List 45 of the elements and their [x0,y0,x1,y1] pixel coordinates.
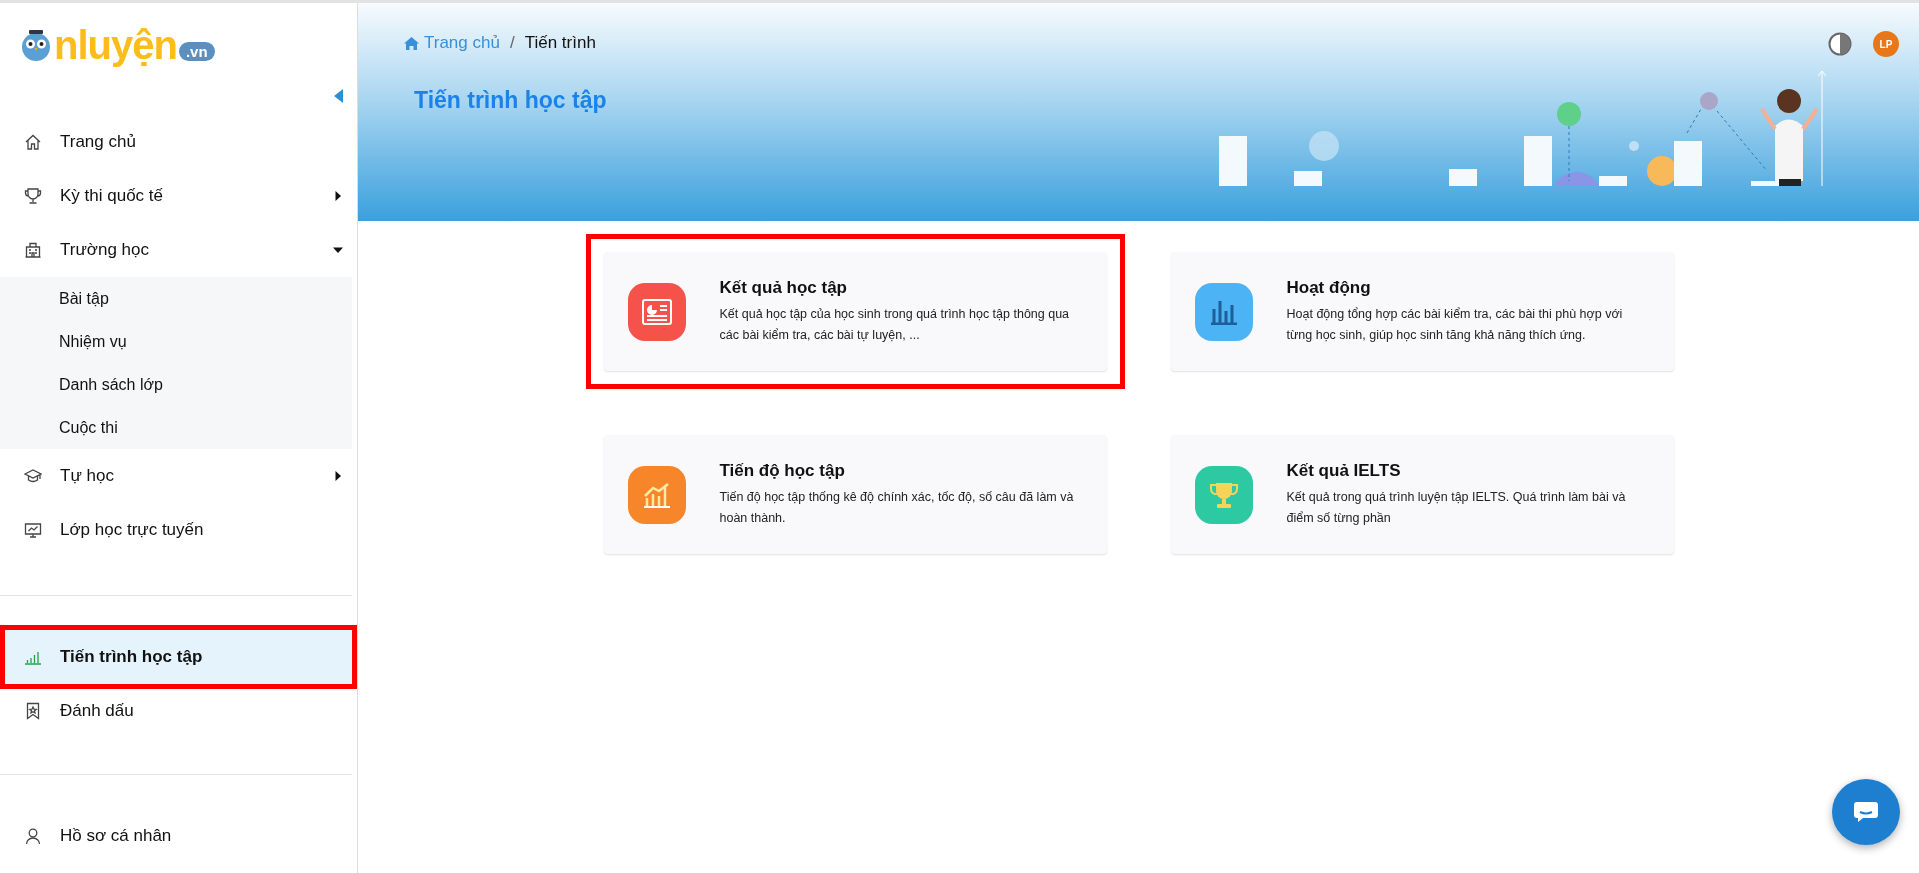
chat-button[interactable] [1832,779,1900,845]
nav-item[interactable]: Tự học [0,449,357,503]
card-description: Kết quả học tập của học sinh trong quá trình học tập thông qua các bài kiểm tra, các bài tự luyện, ... [719,305,1071,344]
nav-item[interactable]: Đánh dấu [0,684,357,738]
card-description: Tiến độ học tập thống kê độ chính xác, tốc độ, số câu đã làm và hoàn thành. [719,488,1075,527]
chat-bubble-icon [1853,801,1879,823]
card-title: Hoạt động [1286,277,1372,298]
logo-domain-badge: .vn [178,41,215,61]
nav-item[interactable]: Hồ sơ cá nhân [0,809,357,863]
monitor-icon [24,521,42,539]
graduation-cap-icon [24,467,42,485]
bookmark-icon [24,702,42,720]
card-title: Tiến độ học tập [719,460,846,481]
breadcrumb-separator: / [509,33,515,53]
rising-chart-icon [642,481,671,508]
nav-item[interactable]: Kỳ thi quốc tế [0,169,357,223]
home-icon [404,36,419,50]
nav-item[interactable]: Trang chủ [0,115,357,169]
feature-card[interactable]: Kết quả IELTS Kết quả trong quá trình luyện tập IELTS. Quá trình làm bài và điểm số từng phần [1170,435,1674,554]
submenu-item[interactable]: Danh sách lớp [0,363,352,406]
submenu-item[interactable]: Cuộc thi [0,406,352,449]
contrast-toggle-icon[interactable] [1828,32,1852,56]
card-title: Kết quả học tập [719,277,848,298]
nav-item[interactable]: Tiến trình học tập [5,630,352,684]
report-icon [641,298,672,325]
home-icon [24,133,42,151]
card-description: Hoạt động tổng hợp các bài kiểm tra, các bài thi phù hợp với từng học sinh, giúp học sinh tăng khả năng thích ứng. [1286,305,1624,344]
collapse-arrow-icon[interactable] [334,89,343,103]
submenu-item[interactable]: Bài tập [0,277,352,320]
submenu-item[interactable]: Nhiệm vụ [0,320,352,363]
logo-text: nluyện [54,23,177,67]
breadcrumb-current: Tiến trình [524,33,596,53]
page-title: Tiến trình học tập [414,87,608,114]
school-building-icon [24,241,42,259]
nav-item[interactable]: Trường học [0,223,357,277]
feature-card[interactable]: Kết quả học tập Kết quả học tập của học sinh trong quá trình học tập thông qua các bài kiểm tra, các bài tự luyện, ... [603,252,1107,371]
card-title: Kết quả IELTS [1286,460,1402,481]
trophy-icon [24,187,42,205]
user-icon [24,827,42,845]
feature-card[interactable]: Tiến độ học tập Tiến độ học tập thống kê độ chính xác, tốc độ, số câu đã làm và hoàn thành. [603,435,1107,554]
card-description: Kết quả trong quá trình luyện tập IELTS. Quá trình làm bài và điểm số từng phần [1286,488,1627,527]
nav-item[interactable]: Lớp học trực tuyến [0,503,357,557]
trophy-icon [1208,480,1239,509]
feature-card[interactable]: Hoạt động Hoạt động tổng hợp các bài kiểm tra, các bài thi phù hợp với từng học sinh, giúp học sinh tăng khả năng thích ứng. [1170,252,1674,371]
bar-chart-icon [1209,298,1238,325]
